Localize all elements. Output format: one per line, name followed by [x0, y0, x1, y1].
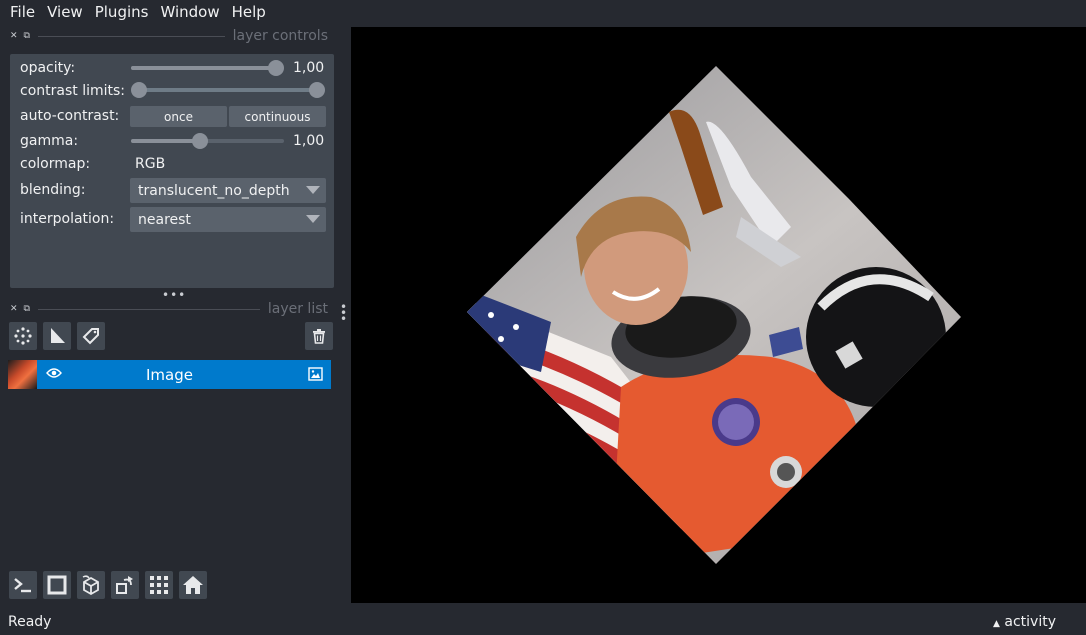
roll-dimensions-button[interactable]: [77, 571, 105, 599]
contrast-limits-label: contrast limits:: [20, 83, 125, 99]
layer-list-titlebar: ✕ ⧉ layer list: [0, 300, 334, 318]
auto-contrast-continuous-button[interactable]: continuous: [229, 106, 326, 127]
blending-select-value: translucent_no_depth: [138, 182, 290, 199]
auto-contrast-label: auto-contrast:: [20, 108, 120, 124]
toggle-ndisplay-button[interactable]: [43, 571, 71, 599]
activity-label: activity: [1004, 613, 1056, 630]
vertical-splitter-handle[interactable]: • • •: [340, 301, 347, 325]
grid-view-button[interactable]: [145, 571, 173, 599]
caret-up-icon: ▲: [993, 618, 1000, 629]
layer-list-title: layer list: [267, 301, 328, 317]
opacity-label: opacity:: [20, 60, 76, 76]
interpolation-label: interpolation:: [20, 211, 115, 227]
gamma-label: gamma:: [20, 133, 79, 149]
colormap-label: colormap:: [20, 156, 91, 172]
opacity-slider-handle[interactable]: [268, 60, 284, 76]
square-icon: [47, 575, 67, 595]
status-text: Ready: [8, 613, 52, 630]
menu-plugins[interactable]: Plugins: [89, 3, 155, 21]
layer-controls-panel: opacity: 1,00 contrast limits: auto-cont…: [10, 54, 334, 288]
new-shapes-layer-button[interactable]: [43, 322, 71, 350]
layer-controls-title: layer controls: [232, 28, 328, 44]
chevron-down-icon: [306, 186, 320, 194]
shapes-icon: [51, 328, 65, 343]
float-dock-icon[interactable]: ⧉: [24, 31, 30, 41]
grid-icon: [150, 576, 168, 594]
console-button[interactable]: [9, 571, 37, 599]
trash-icon: [313, 329, 325, 344]
chevron-down-icon: [306, 215, 320, 223]
menu-file[interactable]: File: [4, 3, 41, 21]
points-icon: [14, 327, 32, 345]
contrast-max-handle[interactable]: [309, 82, 325, 98]
image-layer-render: [467, 66, 961, 564]
close-dock-icon[interactable]: ✕: [10, 31, 18, 41]
console-icon: [14, 578, 31, 593]
float-dock-icon[interactable]: ⧉: [24, 304, 30, 314]
interpolation-select[interactable]: nearest: [130, 207, 326, 232]
transpose-dimensions-button[interactable]: [111, 571, 139, 599]
blending-select[interactable]: translucent_no_depth: [130, 178, 326, 203]
colormap-value: RGB: [135, 156, 166, 172]
opacity-value: 1,00: [293, 60, 325, 76]
status-bar: Ready ▲ activity: [0, 608, 1086, 635]
blending-label: blending:: [20, 182, 86, 198]
labels-tag-icon: [82, 328, 99, 345]
transpose-icon: [116, 576, 133, 594]
layer-controls-titlebar: ✕ ⧉ layer controls: [0, 27, 334, 45]
viewer-canvas[interactable]: [351, 27, 1086, 603]
activity-toggle[interactable]: ▲ activity: [993, 614, 1078, 630]
close-dock-icon[interactable]: ✕: [10, 304, 18, 314]
layer-item-image[interactable]: Image: [8, 360, 331, 389]
menu-help[interactable]: Help: [226, 3, 272, 21]
menu-bar: File View Plugins Window Help: [0, 0, 1086, 24]
image-layer-type-icon: [308, 367, 323, 385]
menu-window[interactable]: Window: [154, 3, 225, 21]
auto-contrast-once-button[interactable]: once: [130, 106, 227, 127]
delete-layer-button[interactable]: [305, 322, 333, 350]
interpolation-select-value: nearest: [138, 211, 191, 228]
new-labels-layer-button[interactable]: [77, 322, 105, 350]
menu-view[interactable]: View: [41, 3, 89, 21]
new-points-layer-button[interactable]: [9, 322, 37, 350]
visibility-eye-icon[interactable]: [46, 367, 62, 383]
gamma-slider-handle[interactable]: [192, 133, 208, 149]
contrast-min-handle[interactable]: [131, 82, 147, 98]
home-icon: [183, 576, 203, 594]
gamma-value: 1,00: [293, 133, 325, 149]
reset-view-home-button[interactable]: [179, 571, 207, 599]
cube-icon: [82, 575, 99, 596]
